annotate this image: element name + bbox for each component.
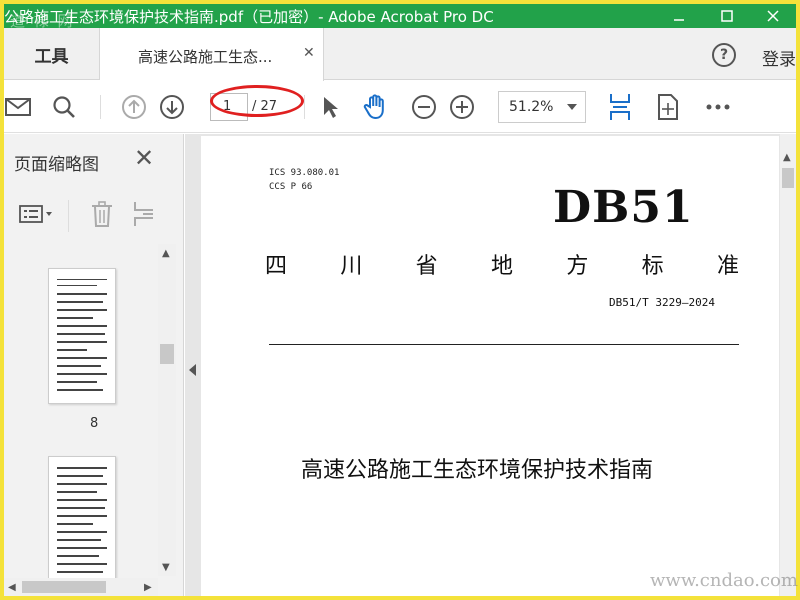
fit-width-icon <box>610 94 630 120</box>
page-insert-icon <box>134 202 153 226</box>
province-standard-heading: 四 川 省 地 方 标 准 <box>265 248 739 280</box>
thumbnails-panel: 页面缩略图 ✕ 8 ▲ ▼ ◀ ▶ <box>4 134 184 596</box>
more-tools-button[interactable] <box>704 93 732 121</box>
tab-document[interactable]: 高速公路施工生态... ✕ <box>100 28 324 81</box>
thumbnail-page[interactable] <box>48 268 116 404</box>
standard-number: DB51/T 3229—2024 <box>609 296 715 309</box>
thumbnail-page[interactable] <box>48 456 116 596</box>
panel-heading: 页面缩略图 <box>14 155 99 175</box>
minimize-icon <box>674 19 684 21</box>
heading-char: 方 <box>566 254 589 279</box>
search-icon <box>53 96 75 118</box>
list-options-icon <box>19 205 52 223</box>
arrow-down-circle-icon <box>160 95 184 119</box>
heading-char: 准 <box>716 254 739 279</box>
thumbnail-list: 8 ▲ ▼ ◀ ▶ <box>4 244 184 596</box>
email-button[interactable] <box>4 93 32 121</box>
zoom-value: 51.2% <box>509 99 554 115</box>
thumbnail-options-button[interactable] <box>16 200 56 228</box>
standard-code: DB51 <box>553 182 694 233</box>
heading-char: 标 <box>641 254 664 279</box>
hand-icon <box>363 94 384 120</box>
next-page-button[interactable] <box>158 93 186 121</box>
scroll-left-icon[interactable]: ◀ <box>8 582 16 593</box>
annotation-ellipse <box>210 85 304 117</box>
chevron-down-icon <box>567 104 577 110</box>
minimize-button[interactable] <box>656 4 702 28</box>
heading-char: 地 <box>490 254 513 279</box>
maximize-icon <box>721 10 733 22</box>
thumbnail-scrollbar[interactable]: ▲ ▼ <box>158 244 176 576</box>
scroll-down-icon[interactable]: ▼ <box>162 562 170 573</box>
login-button[interactable]: 登录 <box>762 45 796 70</box>
ics-line: ICS 93.080.01 <box>269 168 340 178</box>
tab-bar: 工具 高速公路施工生态... ✕ ? 登录 <box>4 28 796 81</box>
divider <box>269 344 739 345</box>
panel-separator <box>68 200 69 232</box>
window-title: 公路施工生态环境保护技术指南.pdf（已加密）- Adobe Acrobat P… <box>4 8 494 26</box>
help-icon[interactable]: ? <box>712 43 736 67</box>
scroll-up-icon[interactable]: ▲ <box>783 152 791 163</box>
scrollbar-thumb[interactable] <box>782 168 794 188</box>
scroll-mode-button[interactable] <box>654 93 682 121</box>
envelope-icon <box>5 98 31 116</box>
select-tool-button[interactable] <box>316 93 344 121</box>
toolbar: 1 / 27 51.2% <box>4 81 796 133</box>
zoom-select[interactable]: 51.2% <box>498 91 586 123</box>
search-button[interactable] <box>50 93 78 121</box>
fit-page-button[interactable] <box>606 93 634 121</box>
close-window-button[interactable] <box>750 4 796 28</box>
heading-char: 川 <box>340 254 363 279</box>
document-scrollbar[interactable]: ▲ <box>780 134 796 596</box>
document-view: ICS 93.080.01 CCS P 66 DB51 四 川 省 地 方 标 … <box>185 134 796 596</box>
close-icon <box>767 10 779 22</box>
minus-circle-icon <box>412 95 436 119</box>
ccs-line: CCS P 66 <box>269 182 313 192</box>
zoom-out-button[interactable] <box>410 93 438 121</box>
hscrollbar-thumb[interactable] <box>22 581 106 593</box>
tab-document-label: 高速公路施工生态... <box>138 48 273 66</box>
scroll-right-icon[interactable]: ▶ <box>144 582 152 593</box>
scroll-up-icon[interactable]: ▲ <box>162 248 170 259</box>
document-title: 高速公路施工生态环境保护技术指南 <box>301 458 654 483</box>
hand-tool-button[interactable] <box>362 93 390 121</box>
insert-page-button[interactable] <box>130 200 158 228</box>
heading-char: 四 <box>265 254 288 279</box>
plus-circle-icon <box>450 95 474 119</box>
pdf-page: ICS 93.080.01 CCS P 66 DB51 四 川 省 地 方 标 … <box>201 136 779 596</box>
arrow-up-circle-icon <box>122 95 146 119</box>
panel-toolbar <box>4 192 184 236</box>
title-bar: 公路施工生态环境保护技术指南.pdf（已加密）- Adobe Acrobat P… <box>4 4 796 30</box>
thumbnail-hscrollbar[interactable]: ◀ ▶ <box>4 578 158 596</box>
trash-icon <box>92 201 112 227</box>
delete-page-button[interactable] <box>88 200 116 228</box>
maximize-button[interactable] <box>704 4 750 28</box>
collapse-panel-icon[interactable] <box>189 364 196 376</box>
watermark-bottom-right: www.cndao.com <box>650 570 798 591</box>
toolbar-separator <box>100 95 101 119</box>
tab-close-icon[interactable]: ✕ <box>303 45 315 61</box>
zoom-in-button[interactable] <box>448 93 476 121</box>
thumbnail-label: 8 <box>90 416 99 431</box>
toolbar-separator <box>304 95 305 119</box>
heading-char: 省 <box>415 254 438 279</box>
tab-tools[interactable]: 工具 <box>4 28 100 80</box>
classification-codes: ICS 93.080.01 CCS P 66 <box>269 166 339 194</box>
acrobat-window: 公路施工生态环境保护技术指南.pdf（已加密）- Adobe Acrobat P… <box>4 4 796 596</box>
more-icon <box>706 104 730 110</box>
scrollbar-thumb[interactable] <box>160 344 174 364</box>
page-move-icon <box>658 94 678 120</box>
cursor-arrow-icon <box>324 97 338 118</box>
previous-page-button[interactable] <box>120 93 148 121</box>
panel-close-icon[interactable]: ✕ <box>134 146 154 170</box>
